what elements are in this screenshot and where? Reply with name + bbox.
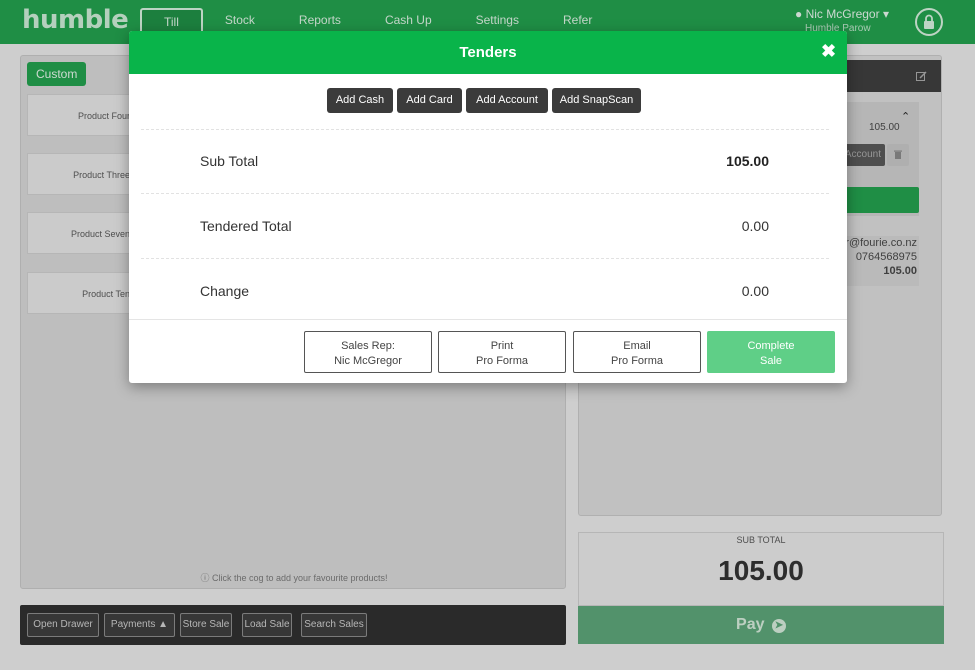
change-label: Change: [200, 283, 250, 299]
add-account-button[interactable]: Add Account: [466, 88, 548, 113]
divider: [141, 258, 829, 259]
sales-rep-button[interactable]: Sales Rep: Nic McGregor: [304, 331, 432, 373]
divider: [141, 129, 829, 130]
email-pro-forma-button[interactable]: Email Pro Forma: [573, 331, 701, 373]
subtotal-row-value: 105.00: [726, 153, 769, 169]
tendered-total-value: 0.00: [741, 218, 769, 234]
modal-title: Tenders: [459, 44, 517, 61]
add-cash-button[interactable]: Add Cash: [327, 88, 393, 113]
complete-sale-button[interactable]: Complete Sale: [707, 331, 835, 373]
divider: [141, 193, 829, 194]
add-snapscan-button[interactable]: Add SnapScan: [552, 88, 641, 113]
add-card-button[interactable]: Add Card: [397, 88, 462, 113]
print-pro-forma-button[interactable]: Print Pro Forma: [438, 331, 566, 373]
change-value: 0.00: [741, 283, 769, 299]
tendered-total-label: Tendered Total: [200, 218, 292, 234]
close-icon[interactable]: ✖: [821, 41, 836, 61]
tenders-modal: Tenders ✖ Add Cash Add Card Add Account …: [129, 31, 847, 383]
subtotal-row-label: Sub Total: [200, 153, 259, 169]
modal-header: Tenders ✖: [129, 31, 847, 74]
modal-footer-divider: [129, 319, 847, 320]
